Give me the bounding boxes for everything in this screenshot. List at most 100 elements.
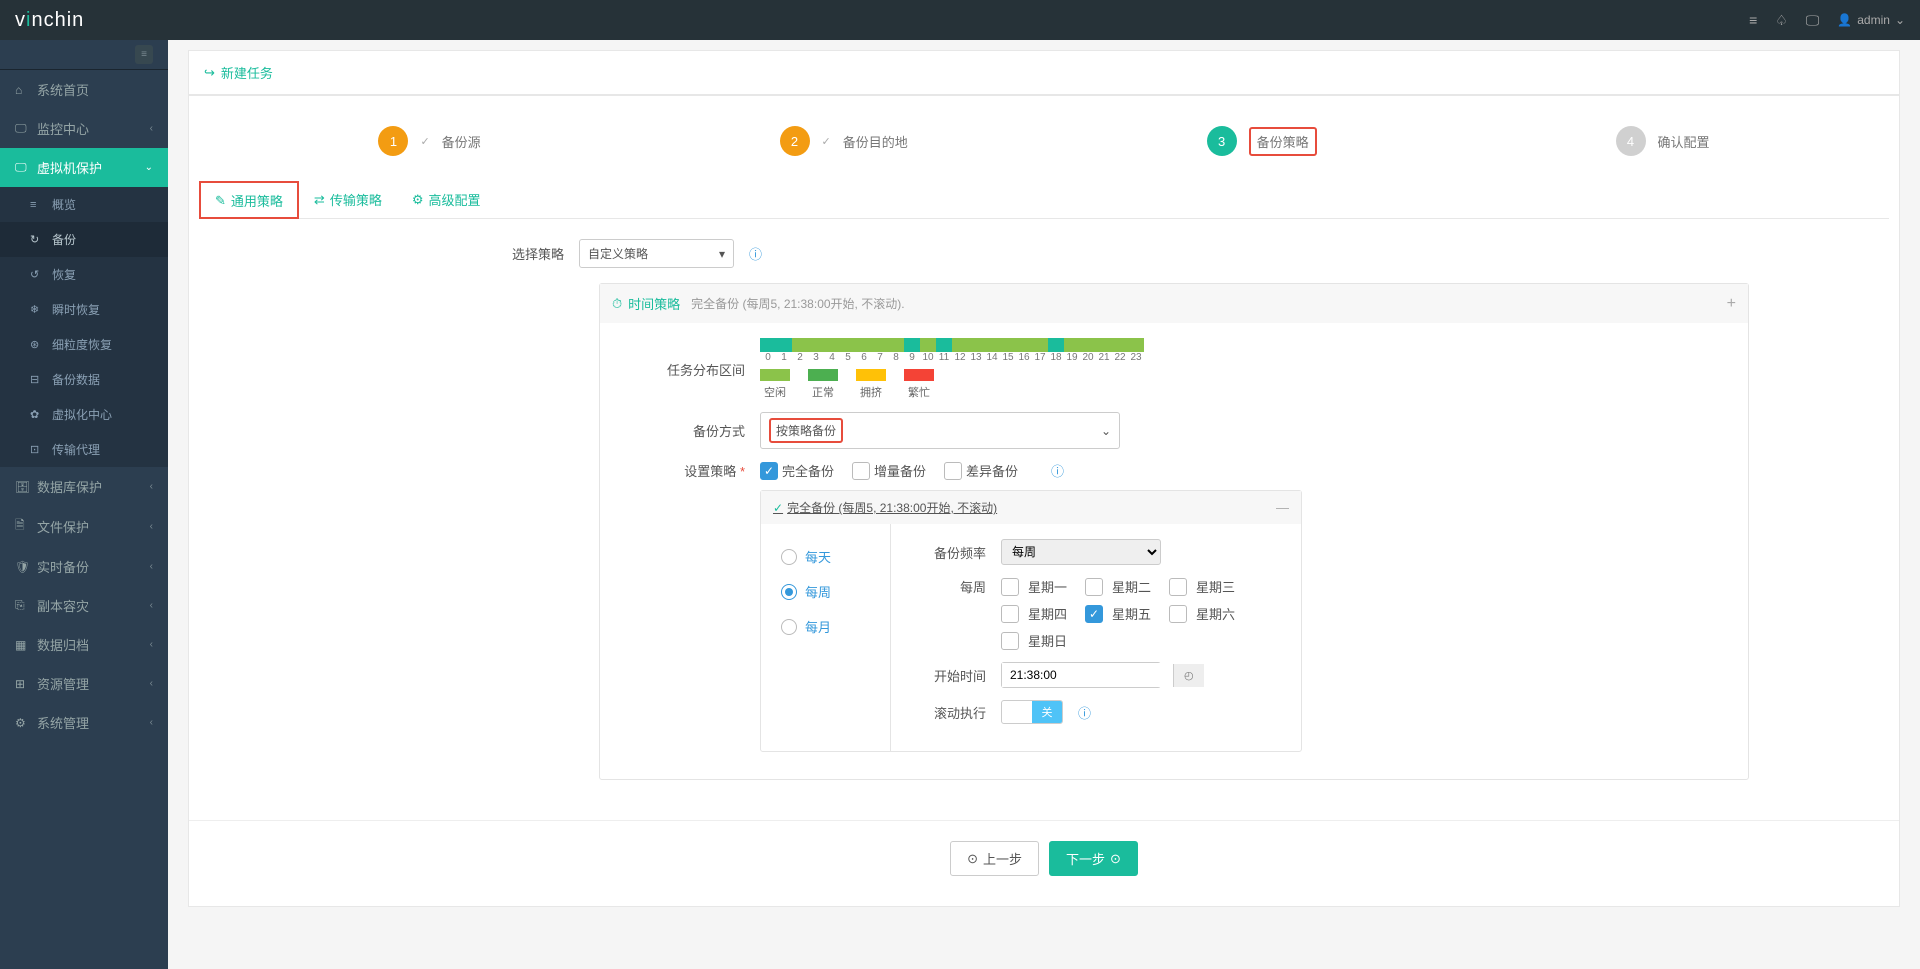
wizard-step[interactable]: 1✓备份源: [378, 126, 480, 156]
sidebar-item[interactable]: ⚙系统管理‹: [0, 703, 168, 742]
backup-method-dropdown[interactable]: 按策略备份 ⌄: [760, 412, 1120, 449]
chevron-icon: ‹: [150, 521, 153, 532]
hour-label: 7: [872, 352, 888, 363]
select-strategy-label: 选择策略: [219, 244, 579, 263]
sidebar-item[interactable]: ⎘副本容灾‹: [0, 586, 168, 625]
info-icon[interactable]: ⓘ: [749, 244, 762, 263]
policy-tab[interactable]: ⚙高级配置: [397, 181, 496, 218]
weekday-checkbox[interactable]: [1001, 578, 1019, 596]
sidebar-item[interactable]: ⊞ 资源管理 ‹: [0, 664, 168, 703]
select-strategy-dropdown[interactable]: 自定义策略 ▾: [579, 239, 734, 268]
sidebar-subitem[interactable]: ⊟备份数据: [0, 362, 168, 397]
radio[interactable]: [781, 584, 797, 600]
wizard-step[interactable]: 3备份策略: [1207, 126, 1317, 156]
prev-button[interactable]: ⊙ 上一步: [950, 841, 1039, 876]
wizard-step[interactable]: 2✓备份目的地: [780, 126, 908, 156]
sidebar-item[interactable]: ▦数据归档‹: [0, 625, 168, 664]
hour-label: 18: [1048, 352, 1064, 363]
toggle-on-label: 关: [1032, 701, 1062, 723]
radio[interactable]: [781, 619, 797, 635]
nav-label: 资源管理: [37, 674, 89, 693]
legend-color: [808, 369, 838, 381]
freq-select[interactable]: 每周: [1001, 539, 1161, 565]
full-backup-header[interactable]: ✓ 完全备份 (每周5, 21:38:00开始, 不滚动) —: [761, 491, 1301, 524]
start-time-input[interactable]: ◴: [1001, 662, 1161, 688]
menu-icon[interactable]: ≡: [1749, 12, 1757, 28]
subnav-icon: ↺: [30, 268, 44, 281]
weekday-item: 星期六: [1169, 604, 1235, 623]
strategy-checkbox[interactable]: [944, 462, 962, 480]
logo-text: v: [15, 9, 26, 31]
scroll-exec-toggle[interactable]: 关: [1001, 700, 1063, 724]
timeline-wrap: 01234567891011121314151617181920212223 空…: [760, 338, 1152, 400]
nav-label: 实时备份: [37, 557, 89, 576]
bell-icon[interactable]: ♤: [1775, 12, 1788, 29]
weekday-checkbox[interactable]: [1001, 605, 1019, 623]
weekday-checkbox[interactable]: [1169, 605, 1187, 623]
weekday-label: 星期四: [1028, 604, 1067, 623]
full-backup-link[interactable]: ✓ 完全备份 (每周5, 21:38:00开始, 不滚动): [773, 499, 997, 516]
strategy-checkbox[interactable]: [852, 462, 870, 480]
next-button[interactable]: 下一步 ⊙: [1049, 841, 1138, 876]
sidebar-subitem[interactable]: ⊡传输代理: [0, 432, 168, 467]
arrow-left-icon: ⊙: [967, 851, 978, 867]
nav-label: 系统首页: [37, 80, 89, 99]
sidebar-subitem[interactable]: ≡概览: [0, 187, 168, 222]
hour-label: 1: [776, 352, 792, 363]
chevron-icon: ⌄: [145, 162, 153, 173]
hour-label: 11: [936, 352, 952, 363]
policy-tab[interactable]: ✎通用策略: [199, 181, 299, 219]
freq-option[interactable]: 每月: [761, 609, 890, 644]
sidebar-subitem[interactable]: ↻备份: [0, 222, 168, 257]
info-icon[interactable]: ⓘ: [1078, 703, 1091, 722]
plus-icon[interactable]: +: [1727, 295, 1736, 313]
chevron-icon: ‹: [150, 678, 153, 689]
sidebar-item[interactable]: 🗄数据库保护‹: [0, 467, 168, 506]
monitor-icon[interactable]: 🖵: [1806, 12, 1820, 29]
user-menu[interactable]: 👤 admin ⌄: [1837, 13, 1905, 27]
sidebar-collapse-button[interactable]: ≡: [135, 45, 153, 64]
sidebar-subitem[interactable]: ⊛细粒度恢复: [0, 327, 168, 362]
weekday-checkbox[interactable]: ✓: [1085, 605, 1103, 623]
time-strategy-header[interactable]: ⏱ 时间策略 完全备份 (每周5, 21:38:00开始, 不滚动). +: [600, 284, 1748, 323]
nav-icon: ⎘: [15, 598, 29, 613]
next-label: 下一步: [1066, 849, 1105, 868]
weekday-label: 星期一: [1028, 577, 1067, 596]
freq-option[interactable]: 每周: [761, 574, 890, 609]
weekday-checkbox[interactable]: [1085, 578, 1103, 596]
sidebar-item[interactable]: 🖵监控中心‹: [0, 109, 168, 148]
radio[interactable]: [781, 549, 797, 565]
hour-label: 5: [840, 352, 856, 363]
sidebar-subitem[interactable]: ❄瞬时恢复: [0, 292, 168, 327]
nav-icon: 🗎: [15, 516, 29, 537]
sidebar-item[interactable]: ⌂系统首页: [0, 70, 168, 109]
weekday-checkbox[interactable]: [1001, 632, 1019, 650]
wizard-step[interactable]: 4确认配置: [1616, 126, 1710, 156]
breadcrumb: ↪ 新建任务: [188, 50, 1900, 95]
subnav-icon: ⊛: [30, 338, 44, 351]
weekday-checkbox[interactable]: [1169, 578, 1187, 596]
select-strategy-value: 自定义策略: [588, 245, 648, 262]
freq-option[interactable]: 每天: [761, 539, 890, 574]
subnav-icon: ≡: [30, 199, 44, 211]
subnav-icon: ❄: [30, 303, 44, 316]
policy-tab[interactable]: ⇄传输策略: [299, 181, 397, 218]
sidebar-item[interactable]: 🛡实时备份‹: [0, 547, 168, 586]
weekday-item: 星期四: [1001, 604, 1067, 623]
strategy-checkbox[interactable]: ✓: [760, 462, 778, 480]
minus-icon[interactable]: —: [1276, 500, 1289, 515]
start-time-field[interactable]: [1002, 663, 1173, 687]
nav-icon: ⊞: [15, 677, 29, 691]
sidebar-item[interactable]: 🗎文件保护‹: [0, 506, 168, 547]
sidebar-item[interactable]: 🖵虚拟机保护⌄: [0, 148, 168, 187]
step-label: 备份策略: [1249, 127, 1317, 156]
legend-color: [760, 369, 790, 381]
info-icon[interactable]: ⓘ: [1051, 461, 1064, 480]
subnav-label: 虚拟化中心: [52, 406, 112, 423]
clock-icon[interactable]: ◴: [1173, 664, 1204, 687]
nav-icon: 🗄: [15, 480, 29, 494]
legend-label: 拥挤: [860, 384, 882, 400]
sidebar-subitem[interactable]: ✿虚拟化中心: [0, 397, 168, 432]
nav-label: 数据归档: [37, 635, 89, 654]
sidebar-subitem[interactable]: ↺恢复: [0, 257, 168, 292]
